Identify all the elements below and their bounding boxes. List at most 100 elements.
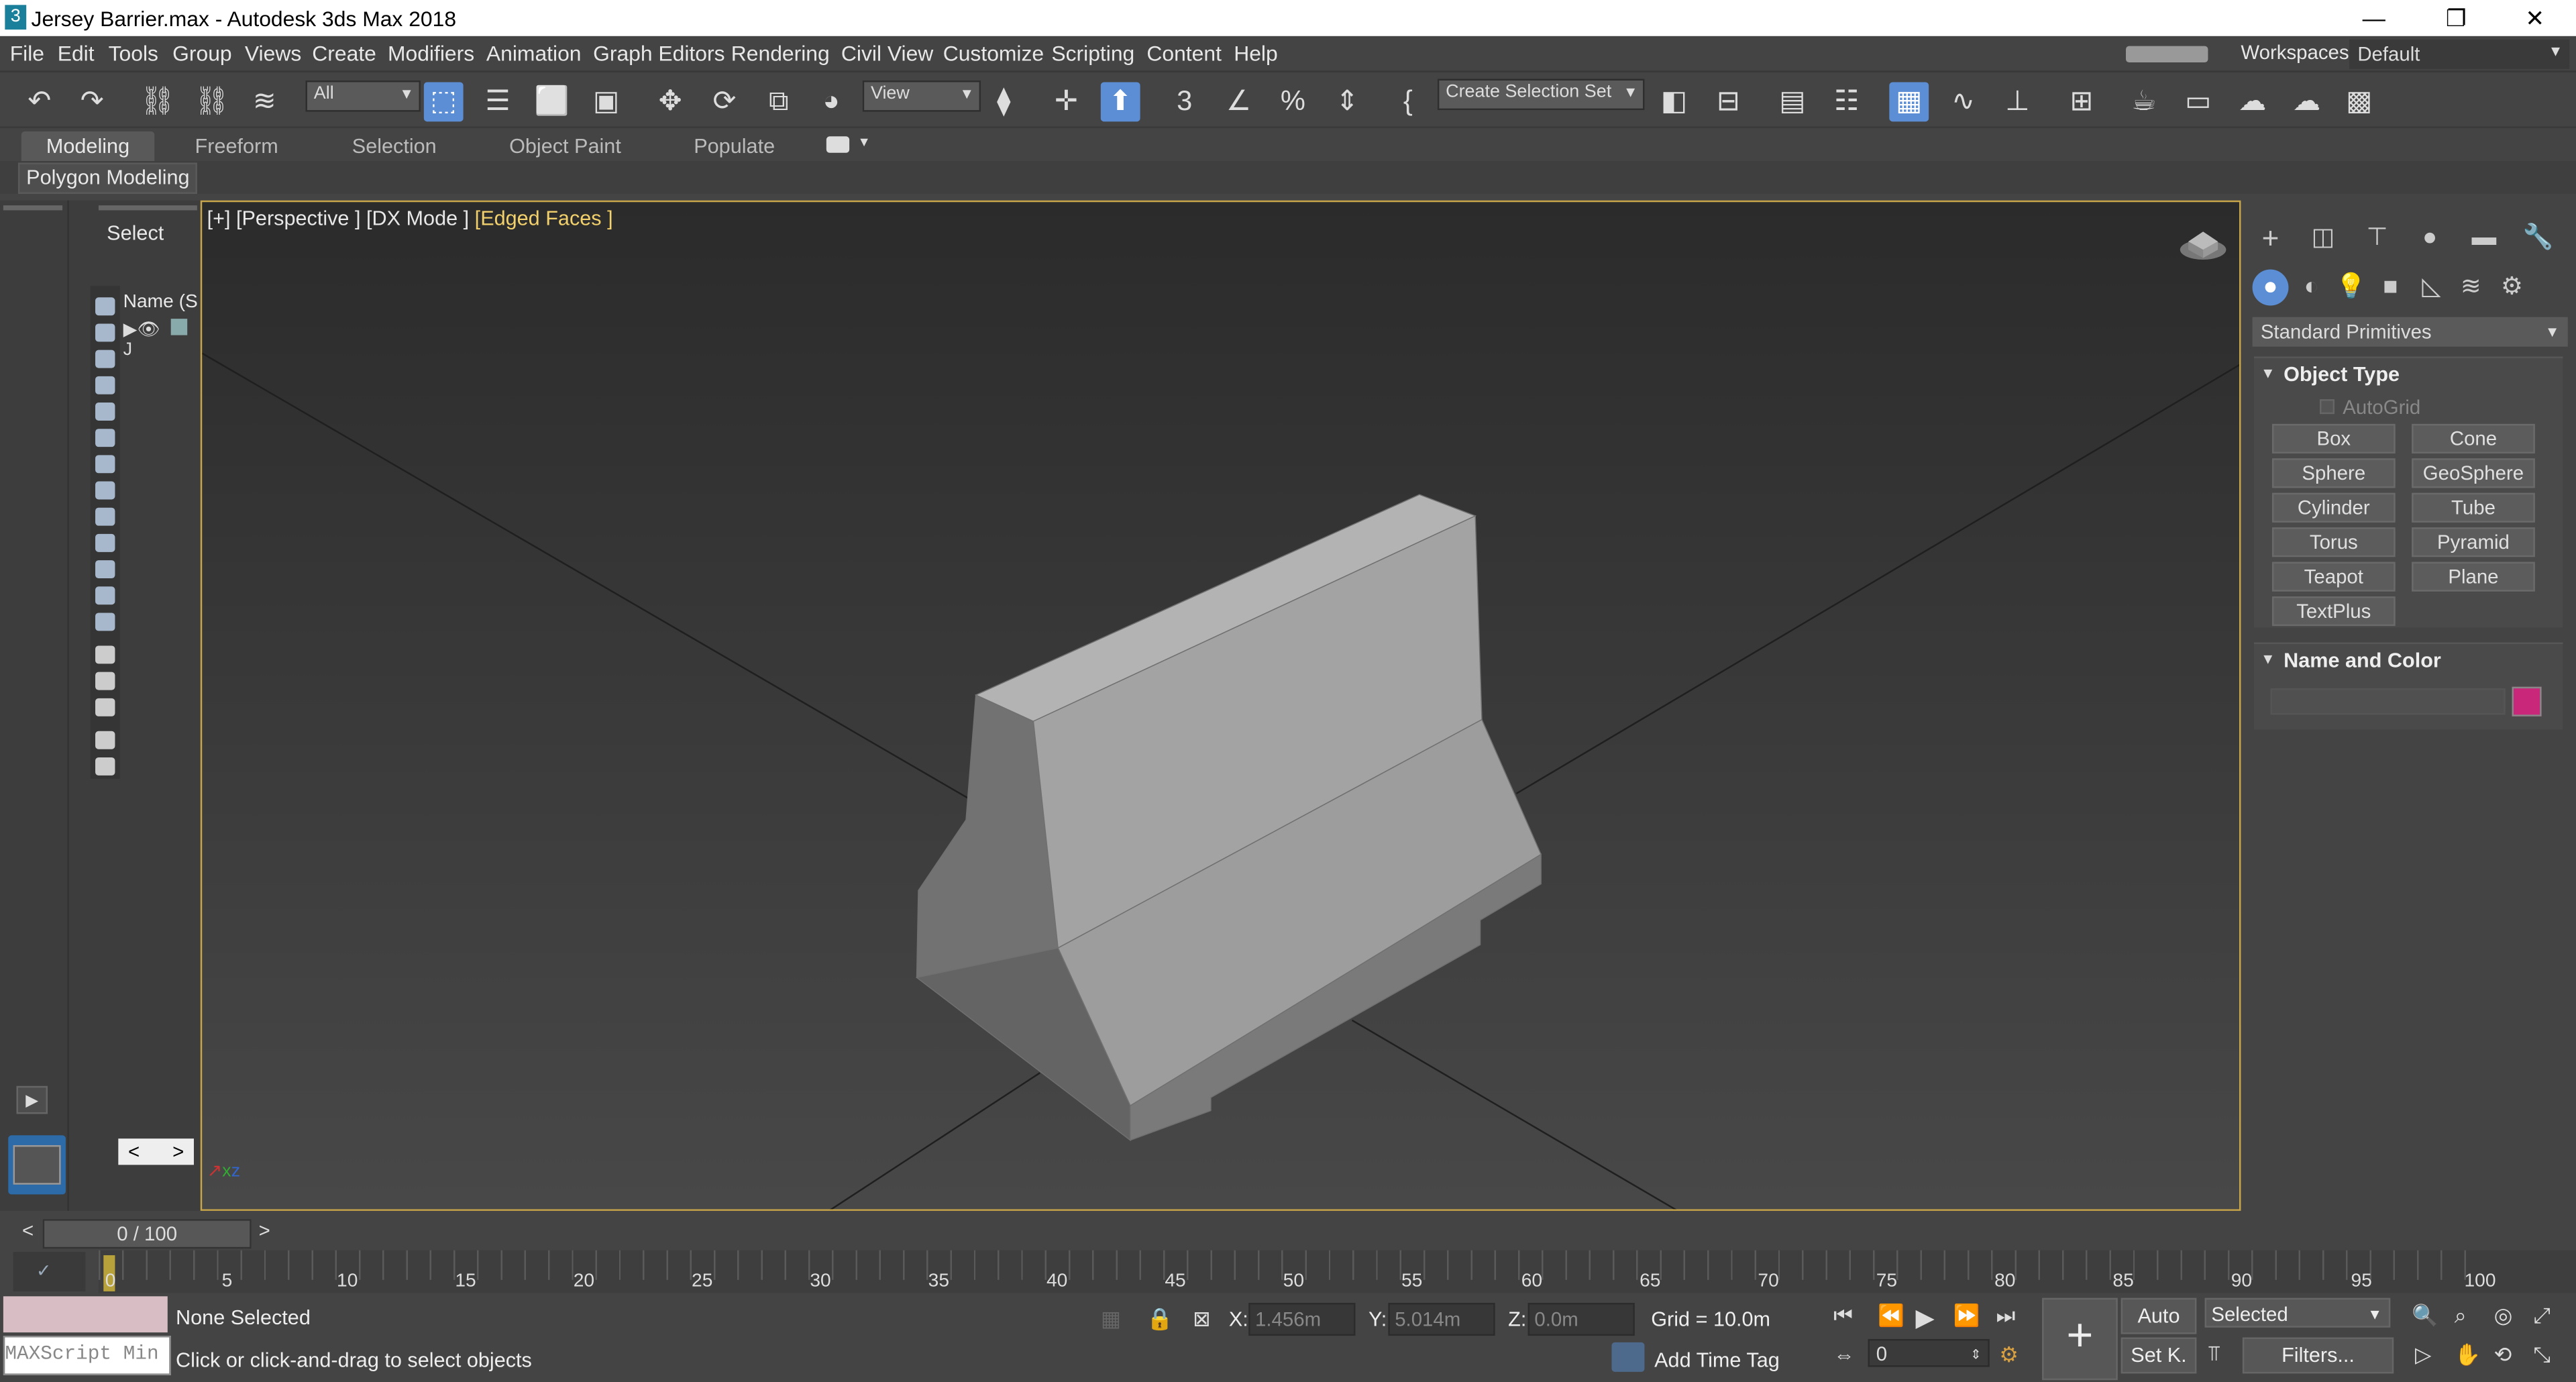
schematic-view-icon[interactable]: ⊥	[1998, 82, 2037, 121]
percent-snap-icon[interactable]: %	[1273, 82, 1313, 121]
menu-scripting[interactable]: Scripting	[1051, 41, 1134, 66]
placement-icon[interactable]: ◕	[812, 82, 851, 121]
time-slider[interactable]: 0 / 100	[42, 1219, 252, 1249]
key-tangent-icon[interactable]: ⫪	[2208, 1340, 2220, 1367]
select-by-name-icon[interactable]: ☰	[478, 82, 518, 121]
workspaces-dropdown[interactable]: Default ▼	[2349, 39, 2570, 69]
helpers-filter-icon[interactable]	[95, 429, 115, 447]
move-icon[interactable]: ✥	[651, 82, 690, 121]
menu-customize[interactable]: Customize	[943, 41, 1044, 66]
unlink-icon[interactable]: ⛓	[193, 82, 232, 121]
link-icon[interactable]: ⛓	[138, 82, 178, 121]
spinner-snap-icon[interactable]: ⇕	[1328, 82, 1367, 121]
tab-modeling[interactable]: Modeling	[21, 131, 155, 162]
set-key-big-button[interactable]: +	[2042, 1297, 2118, 1381]
render-in-cloud-icon[interactable]: ☁	[2287, 82, 2326, 121]
filters-button[interactable]: Filters...	[2242, 1337, 2394, 1374]
tab-selection[interactable]: Selection	[329, 131, 460, 161]
minimize-button[interactable]: —	[2336, 1, 2412, 34]
auto-key-button[interactable]: Auto	[2121, 1297, 2197, 1334]
shapes-category-icon[interactable]: ◐	[2294, 270, 2330, 306]
menu-graph-editors[interactable]: Graph Editors	[593, 41, 724, 66]
align-icon[interactable]: ⊟	[1709, 82, 1748, 121]
angle-snap-icon[interactable]: ∠	[1219, 82, 1258, 121]
select-none-icon[interactable]	[95, 672, 115, 690]
keyboard-shortcut-override-icon[interactable]: ⬆	[1100, 82, 1140, 122]
x-coordinate-field[interactable]: 1.456m	[1248, 1303, 1356, 1336]
menu-rendering[interactable]: Rendering	[731, 41, 830, 66]
systems-category-icon[interactable]: ⚙	[2494, 270, 2530, 306]
maxscript-input[interactable]: MAXScript Min	[3, 1336, 171, 1375]
restore-button[interactable]: ❐	[2418, 1, 2494, 34]
tab-object-paint[interactable]: Object Paint	[493, 131, 638, 161]
key-filter-dropdown[interactable]: Selected ▼	[2204, 1297, 2391, 1328]
cameras-filter-icon[interactable]	[95, 403, 115, 421]
eye-icon[interactable]: 👁	[137, 321, 160, 340]
mirror-icon[interactable]: ◧	[1654, 82, 1694, 121]
previous-frame-icon[interactable]: ⏪	[1878, 1303, 1904, 1329]
groups-filter-icon[interactable]	[95, 481, 115, 500]
add-time-tag[interactable]: Add Time Tag	[1654, 1349, 1780, 1372]
menu-views[interactable]: Views	[245, 41, 301, 66]
containers-filter-icon[interactable]	[95, 560, 115, 579]
key-mode-toggle-icon[interactable]: ⇔	[1833, 1342, 1855, 1367]
pivot-center-icon[interactable]: ⧫	[984, 82, 1024, 121]
collapse-arrow-icon[interactable]: ▼	[2261, 651, 2275, 667]
menu-animation[interactable]: Animation	[486, 41, 582, 66]
z-coordinate-field[interactable]: 0.0m	[1527, 1303, 1635, 1336]
prev-frame-arrow-icon[interactable]: <	[13, 1219, 43, 1245]
redo-icon[interactable]: ↷	[72, 82, 112, 121]
edit-named-selection-icon[interactable]: {	[1388, 82, 1428, 121]
display-tab-icon[interactable]: ▬	[2466, 220, 2502, 256]
lights-filter-icon[interactable]	[95, 376, 115, 394]
zoom-all-icon[interactable]: ⌕	[2455, 1303, 2467, 1329]
plane-button[interactable]: Plane	[2412, 562, 2535, 592]
timeline-track[interactable]: 0 5 10 15 20 25 30 35 40 45 50 55 60 65 …	[98, 1250, 2576, 1293]
rotate-icon[interactable]: ⟳	[705, 82, 745, 121]
menu-group[interactable]: Group	[172, 41, 232, 66]
curve-editor-icon[interactable]: ∿	[1943, 82, 1983, 121]
window-crossing-icon[interactable]: ▣	[586, 82, 626, 121]
autogrid-checkbox[interactable]	[2319, 399, 2335, 415]
next-frame-icon[interactable]: ⏩	[1953, 1303, 1980, 1329]
scene-row[interactable]: ▶👁 J	[123, 319, 201, 360]
modify-tab-icon[interactable]: ◫	[2305, 220, 2341, 256]
ribbon-toggle-icon[interactable]: ▦	[1889, 82, 1929, 122]
menu-modifiers[interactable]: Modifiers	[388, 41, 474, 66]
invert-selection-icon[interactable]	[95, 698, 115, 716]
render-gallery-icon[interactable]: ▩	[2339, 82, 2379, 121]
maxscript-output[interactable]	[3, 1296, 168, 1333]
viewport-layout-button[interactable]	[8, 1135, 66, 1195]
sign-in-button[interactable]	[2126, 46, 2208, 63]
zoom-extents-all-icon[interactable]: ⤢	[2533, 1303, 2550, 1329]
expand-icon[interactable]: ▶	[123, 321, 138, 340]
menu-create[interactable]: Create	[312, 41, 376, 66]
go-to-start-icon[interactable]: ⏮	[1833, 1303, 1853, 1329]
motion-tab-icon[interactable]: ●	[2412, 220, 2448, 256]
menu-tools[interactable]: Tools	[109, 41, 158, 66]
selection-lock-icon[interactable]: 🔒	[1146, 1306, 1173, 1332]
time-configuration-icon[interactable]: ⚙	[1999, 1342, 2019, 1369]
expand-arrow-icon[interactable]: ▶	[16, 1085, 48, 1114]
rendered-frame-window-icon[interactable]: ▭	[2178, 82, 2218, 121]
orbit-icon[interactable]: ⟲	[2494, 1342, 2512, 1369]
zoom-extents-icon[interactable]: ◎	[2494, 1303, 2513, 1329]
next-frame-arrow-icon[interactable]: >	[250, 1219, 279, 1245]
cone-button[interactable]: Cone	[2412, 423, 2535, 454]
select-manipulate-icon[interactable]: ✛	[1046, 82, 1086, 121]
spacewarps-category-icon[interactable]: ≋	[2453, 270, 2489, 306]
name-column-header[interactable]: Name (S	[123, 293, 198, 312]
bones-filter-icon[interactable]	[95, 533, 115, 552]
xrefs-filter-icon[interactable]	[95, 507, 115, 526]
frozen-filter-icon[interactable]	[95, 613, 115, 631]
render-setup-icon[interactable]: ☕	[2125, 82, 2164, 121]
pan-hand-icon[interactable]: ✋	[2455, 1342, 2481, 1369]
geometry-filter-icon[interactable]	[95, 323, 115, 342]
collapse-arrow-icon[interactable]: ▼	[2261, 365, 2275, 381]
current-frame-field[interactable]: 0 ⇕	[1868, 1338, 1990, 1367]
cylinder-button[interactable]: Cylinder	[2271, 492, 2396, 523]
funnel-icon[interactable]	[95, 757, 115, 776]
spacewarps-filter-icon[interactable]	[95, 455, 115, 474]
absolute-mode-icon[interactable]: ⊠	[1193, 1306, 1211, 1332]
menu-content[interactable]: Content	[1146, 41, 1222, 66]
